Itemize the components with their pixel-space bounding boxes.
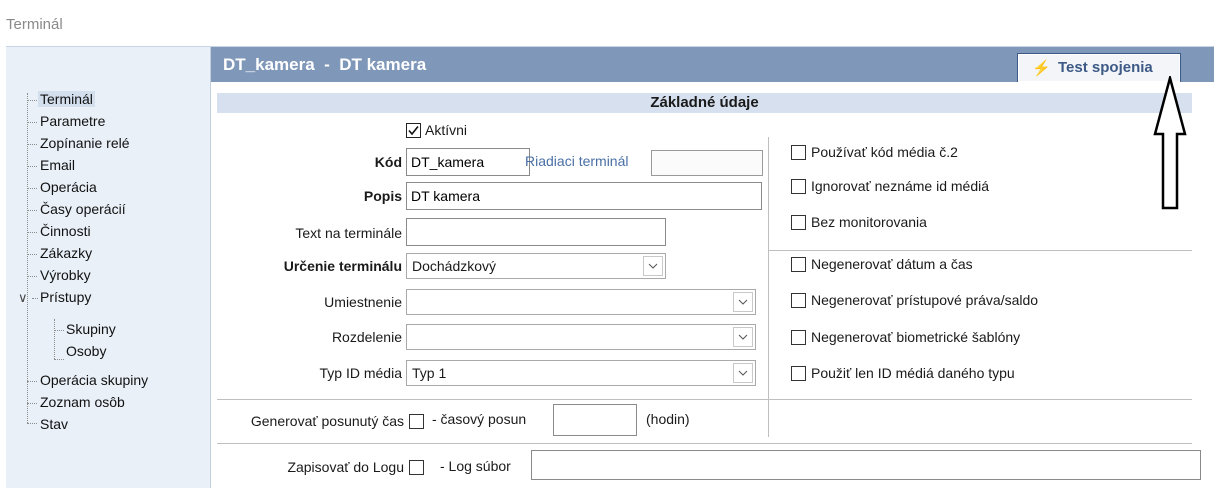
terminal-form: Základné údaje Aktívni Kód Riadiaci term…	[211, 82, 1214, 488]
chevron-down-icon[interactable]: ∨	[18, 290, 28, 306]
option-kod-media-2-label: Používať kód média č.2	[811, 144, 958, 160]
text-na-terminale-label: Text na terminále	[295, 225, 402, 241]
tree-connector	[27, 144, 37, 145]
tree-connector	[27, 403, 37, 404]
tree-item-casy-operacii[interactable]: Časy operácií	[40, 201, 126, 217]
tree-item-osoby[interactable]: Osoby	[66, 343, 106, 359]
tree-item-terminal[interactable]: Terminál	[38, 91, 95, 107]
riadiaci-terminal-label[interactable]: Riadiaci terminál	[525, 153, 628, 169]
option-biometricke-checkbox[interactable]	[791, 330, 806, 345]
kod-input[interactable]	[406, 148, 530, 176]
section-title: Základné údaje	[217, 93, 1192, 113]
tree-connector	[27, 122, 37, 123]
rozdelenie-select[interactable]	[406, 324, 756, 350]
tree-connector	[54, 319, 55, 359]
log-divider	[217, 443, 1192, 444]
option-pristupove-prava-checkbox[interactable]	[791, 293, 806, 308]
tree-connector	[27, 276, 37, 277]
typ-id-media-select[interactable]: Typ 1	[406, 360, 756, 386]
tree-connector	[27, 93, 28, 423]
log-subor-label: - Log súbor	[440, 458, 511, 474]
kod-label: Kód	[374, 154, 402, 170]
option-ignorovat-checkbox[interactable]	[791, 179, 806, 194]
tree-item-operacia[interactable]: Operácia	[40, 179, 97, 195]
typ-id-media-label: Typ ID média	[319, 365, 402, 381]
tree-item-zakazky[interactable]: Zákazky	[40, 245, 92, 261]
generovat-posunuty-cas-checkbox[interactable]	[409, 414, 424, 429]
option-datum-cas-checkbox[interactable]	[791, 257, 806, 272]
text-na-terminale-input[interactable]	[406, 218, 666, 246]
tree-item-pristupy[interactable]: Prístupy	[40, 289, 91, 305]
option-len-id-media-checkbox[interactable]	[791, 366, 806, 381]
umiestnenie-select[interactable]	[406, 289, 756, 315]
tree-item-cinnosti[interactable]: Činnosti	[40, 223, 91, 239]
hodin-unit-label: (hodin)	[646, 411, 690, 427]
typ-id-media-value: Typ 1	[412, 365, 447, 381]
chevron-down-icon[interactable]	[733, 292, 753, 312]
window-title: Terminál	[6, 16, 63, 33]
tree-item-stav[interactable]: Stav	[40, 416, 68, 432]
active-checkbox[interactable]	[406, 123, 421, 138]
option-ignorovat-label: Ignorovať neznáme id médiá	[811, 178, 990, 194]
casovy-posun-input[interactable]	[553, 404, 637, 436]
tree-connector	[27, 254, 37, 255]
tree-item-parametre[interactable]: Parametre	[40, 113, 105, 129]
terminal-window: Terminál Parametre Zopínanie relé Email …	[6, 46, 1214, 488]
option-datum-cas-label: Negenerovať dátum a čas	[811, 256, 973, 272]
option-biometricke-label: Negenerovať biometrické šablóny	[811, 329, 1021, 345]
tree-item-zoznam-osob[interactable]: Zoznam osôb	[40, 394, 125, 410]
tree-item-email[interactable]: Email	[40, 157, 75, 173]
tree-item-vyrobky[interactable]: Výrobky	[40, 267, 91, 283]
terminal-header: DT_kamera - DT kamera ⚡ Test spojenia	[211, 47, 1214, 83]
option-kod-media-2-checkbox[interactable]	[791, 145, 806, 160]
zapisovat-do-logu-label: Zapisovať do Logu	[287, 459, 404, 475]
urcenie-terminalu-label: Určenie terminálu	[283, 258, 402, 274]
nav-tree: Terminál Parametre Zopínanie relé Email …	[6, 47, 211, 488]
column-divider	[768, 137, 769, 437]
riadiaci-terminal-input[interactable]	[651, 150, 763, 176]
terminal-title: DT_kamera - DT kamera	[223, 55, 427, 74]
test-connection-label: Test spojenia	[1058, 59, 1153, 76]
active-label: Aktívni	[425, 122, 468, 138]
tree-connector	[27, 232, 37, 233]
option-len-id-media-label: Použiť len ID médiá daného typu	[811, 365, 1015, 381]
options-divider	[768, 250, 1192, 251]
urcenie-terminalu-value: Dochádzkový	[412, 258, 497, 274]
urcenie-terminalu-select[interactable]: Dochádzkový	[406, 253, 666, 279]
log-subor-input[interactable]	[531, 450, 1201, 480]
tree-item-zopinanie-rele[interactable]: Zopínanie relé	[40, 135, 130, 151]
check-icon	[408, 126, 419, 136]
tree-connector	[32, 298, 38, 299]
tree-item-skupiny[interactable]: Skupiny	[66, 321, 116, 337]
umiestnenie-label: Umiestnenie	[324, 294, 402, 310]
option-pristupove-prava-label: Negenerovať prístupové práva/saldo	[811, 292, 1039, 308]
tree-connector	[27, 381, 37, 382]
tree-item-operacia-skupiny[interactable]: Operácia skupiny	[40, 372, 148, 388]
zapisovat-do-logu-checkbox[interactable]	[409, 460, 424, 475]
tree-connector	[27, 188, 37, 189]
generovat-posunuty-cas-label: Generovať posunutý čas	[250, 413, 404, 429]
popis-input[interactable]	[406, 182, 762, 210]
casovy-posun-label: - časový posun	[432, 411, 527, 427]
arrow-up-icon	[1153, 76, 1187, 210]
option-bez-monitorovania-label: Bez monitorovania	[811, 214, 927, 230]
chevron-down-icon[interactable]	[733, 327, 753, 347]
tree-connector	[27, 210, 37, 211]
window-titlebar: Terminál	[0, 0, 1214, 46]
tree-connector	[27, 166, 37, 167]
tree-connector	[54, 359, 64, 360]
chevron-down-icon[interactable]	[643, 256, 663, 276]
lightning-icon: ⚡	[1032, 60, 1051, 77]
shift-divider	[217, 399, 1192, 400]
chevron-down-icon[interactable]	[733, 363, 753, 383]
popis-label: Popis	[363, 188, 402, 204]
option-bez-monitorovania-checkbox[interactable]	[791, 215, 806, 230]
tree-connector	[27, 100, 37, 101]
tree-connector	[27, 423, 37, 424]
rozdelenie-label: Rozdelenie	[331, 329, 402, 345]
tree-connector	[54, 330, 64, 331]
